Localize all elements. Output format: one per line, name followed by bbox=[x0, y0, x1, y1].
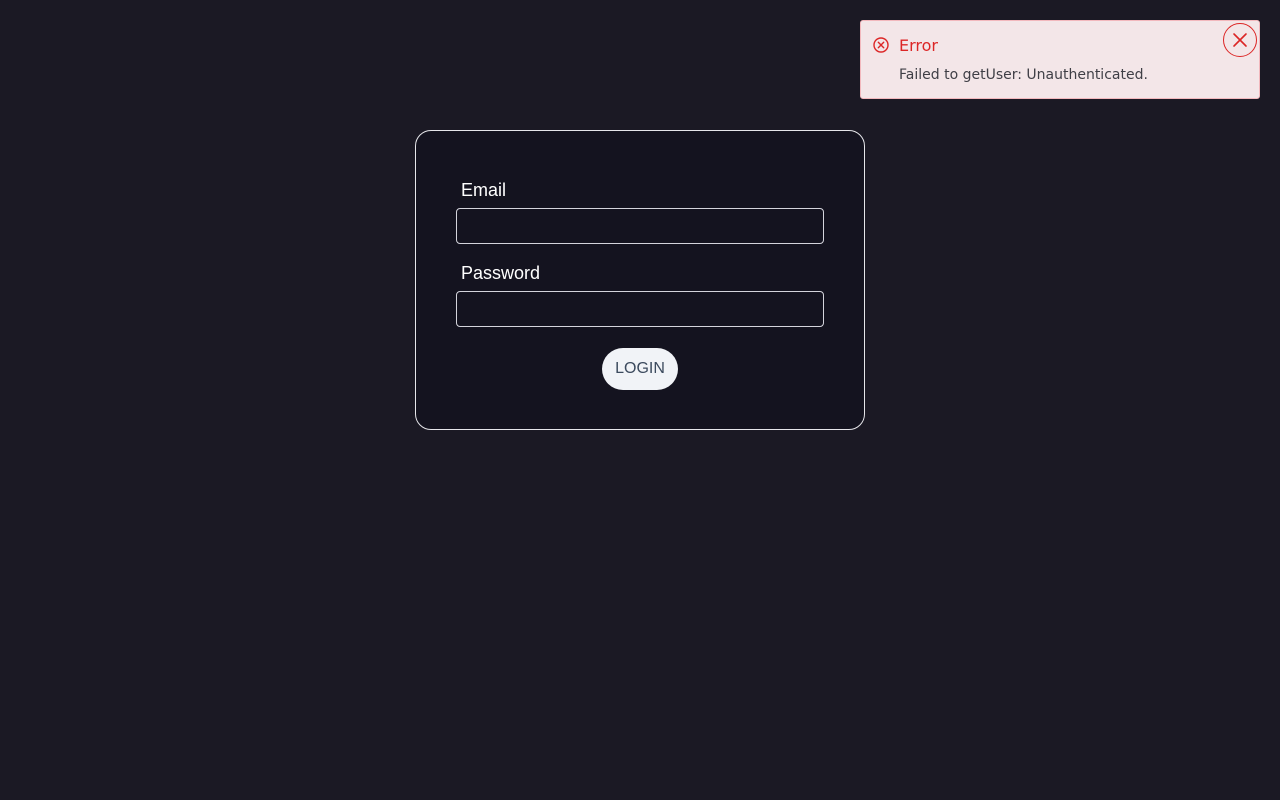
email-label: Email bbox=[461, 180, 507, 200]
error-circle-x-icon bbox=[872, 36, 890, 54]
login-card: Email Password LOGIN bbox=[415, 130, 865, 430]
close-icon bbox=[1224, 32, 1256, 48]
toast-title: Error bbox=[899, 36, 938, 55]
toast-message: Failed to getUser: Unauthenticated. bbox=[899, 67, 1148, 83]
password-label: Password bbox=[461, 263, 541, 283]
login-button[interactable]: LOGIN bbox=[602, 348, 678, 390]
error-toast: Error Failed to getUser: Unauthenticated… bbox=[860, 20, 1260, 99]
toast-close-button[interactable] bbox=[1223, 23, 1257, 57]
password-input[interactable] bbox=[456, 291, 824, 327]
email-input[interactable] bbox=[456, 208, 824, 244]
